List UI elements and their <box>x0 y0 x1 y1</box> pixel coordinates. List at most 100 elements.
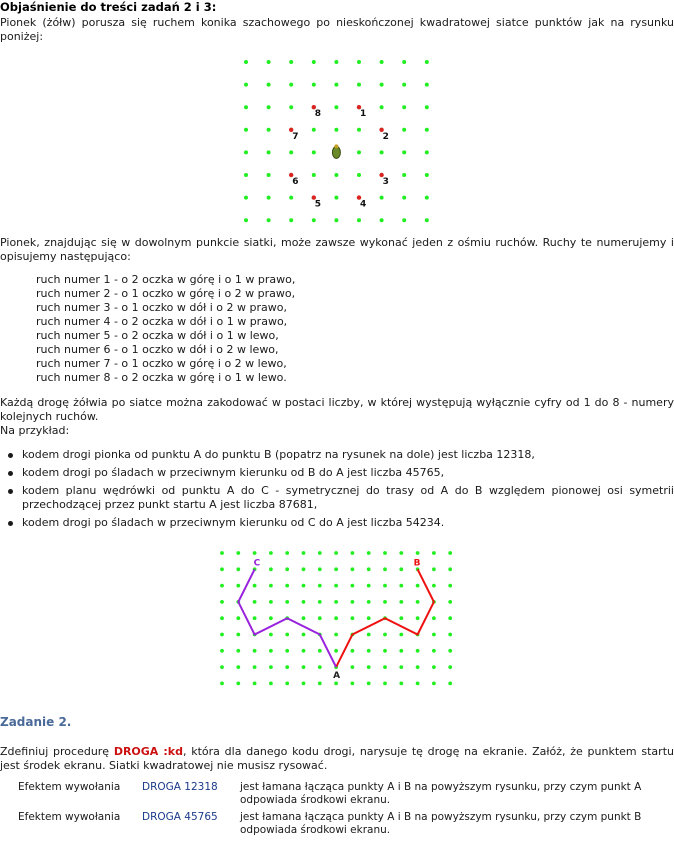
move-number-label: 4 <box>360 200 366 210</box>
grid-dot <box>357 82 361 87</box>
grid-dot <box>266 195 271 200</box>
knight-moves-grid: 1 2 3 4 5 6 7 8 <box>244 60 429 223</box>
grid-dot <box>432 583 436 588</box>
grid-dot <box>301 551 306 555</box>
grid-dot <box>269 648 273 653</box>
grid-dot <box>220 600 224 604</box>
move-item: ruch numer 3 - o 1 oczko w dół i o 2 w p… <box>36 301 287 314</box>
task-title: Zadanie 2. <box>0 715 72 729</box>
grid-dot <box>334 218 339 223</box>
grid-dot <box>448 567 453 572</box>
grid-dot <box>334 632 338 637</box>
grid-dot <box>334 173 339 177</box>
table-row: Efektem wywołania DROGA 12318 jest łaman… <box>18 781 674 811</box>
grid-dot <box>334 105 339 110</box>
grid-dot <box>269 665 273 669</box>
grid-dot <box>383 632 387 637</box>
grid-dot <box>357 218 361 223</box>
turtle-head-icon <box>334 144 339 149</box>
move-number-label: 7 <box>292 132 298 142</box>
grid-dot <box>448 665 453 669</box>
grid-dot <box>220 681 224 686</box>
grid-dot <box>334 82 339 87</box>
grid-dot <box>379 150 384 155</box>
point-c-label: C <box>254 558 261 568</box>
grid-dot <box>334 60 339 64</box>
grid-dot <box>289 60 294 64</box>
grid-dot <box>236 665 241 669</box>
grid-dot <box>252 600 257 604</box>
grid-dot <box>301 567 306 572</box>
grid-dot <box>220 567 224 572</box>
grid-dot <box>269 583 273 588</box>
grid-dot <box>285 567 290 572</box>
move-number-label: 6 <box>292 177 298 187</box>
grid-dot <box>236 648 241 653</box>
example-call: DROGA 45765 <box>142 811 218 823</box>
grid-dot <box>252 583 257 588</box>
grid-dot <box>244 60 248 64</box>
grid-dot <box>432 551 436 555</box>
table-row: Efektem wywołania DROGA 45765 jest łaman… <box>18 811 674 841</box>
grid-dot <box>311 173 316 177</box>
path-grid: A B C <box>220 551 453 686</box>
grid-dot <box>399 665 404 669</box>
grid-dot <box>415 583 420 588</box>
grid-dot <box>448 681 453 686</box>
grid-dot <box>244 218 248 223</box>
grid-dot <box>424 150 429 155</box>
grid-dot <box>379 60 384 64</box>
grid-dot <box>432 648 436 653</box>
grid-dot <box>350 681 355 686</box>
grid-dot <box>399 681 404 686</box>
grid-dot <box>252 681 257 686</box>
grid-dot <box>266 60 271 64</box>
grid-dot <box>311 150 316 155</box>
grid-dot <box>301 632 306 637</box>
grid-dot <box>383 583 387 588</box>
examples-list: kodem drogi pionka od punktu A do punktu… <box>0 448 674 534</box>
grid-dot <box>236 583 241 588</box>
grid-dot <box>415 600 420 604</box>
grid-dot <box>448 632 453 637</box>
grid-dot <box>289 218 294 223</box>
grid-dot <box>402 127 407 132</box>
grid-dot <box>311 60 316 64</box>
grid-dot <box>301 600 306 604</box>
encoding-text: Każdą drogę żółwia po siatce można zakod… <box>0 396 674 423</box>
grid-dot <box>317 567 322 572</box>
grid-dot <box>366 648 371 653</box>
grid-dot <box>383 551 387 555</box>
grid-dot <box>402 105 407 110</box>
grid-dot <box>301 665 306 669</box>
grid-dot <box>334 648 338 653</box>
grid-dot <box>289 150 294 155</box>
grid-dot <box>448 583 453 588</box>
grid-dot <box>244 105 248 110</box>
grid-dot <box>415 616 420 621</box>
grid-dot <box>350 583 355 588</box>
grid-dot <box>301 648 306 653</box>
grid-dot <box>269 681 273 686</box>
grid-dot <box>236 681 241 686</box>
grid-dot <box>285 583 290 588</box>
grid-dot <box>357 127 361 132</box>
grid-dot <box>289 195 294 200</box>
grid-dot <box>285 551 290 555</box>
grid-dot <box>220 632 224 637</box>
grid-dot <box>244 82 248 87</box>
grid-dot <box>334 551 338 555</box>
grid-dot <box>252 648 257 653</box>
grid-dot <box>244 195 248 200</box>
grid-dot <box>383 681 387 686</box>
grid-dot <box>266 127 271 132</box>
grid-dot <box>317 551 322 555</box>
grid-dot <box>350 600 355 604</box>
grid-dot <box>334 127 339 132</box>
grid-dot <box>383 648 387 653</box>
grid-dot <box>402 60 407 64</box>
grid-dot <box>366 681 371 686</box>
procedure-keyword: DROGA :kd <box>113 745 183 758</box>
grid-dot <box>366 632 371 637</box>
grid-dot <box>311 127 316 132</box>
